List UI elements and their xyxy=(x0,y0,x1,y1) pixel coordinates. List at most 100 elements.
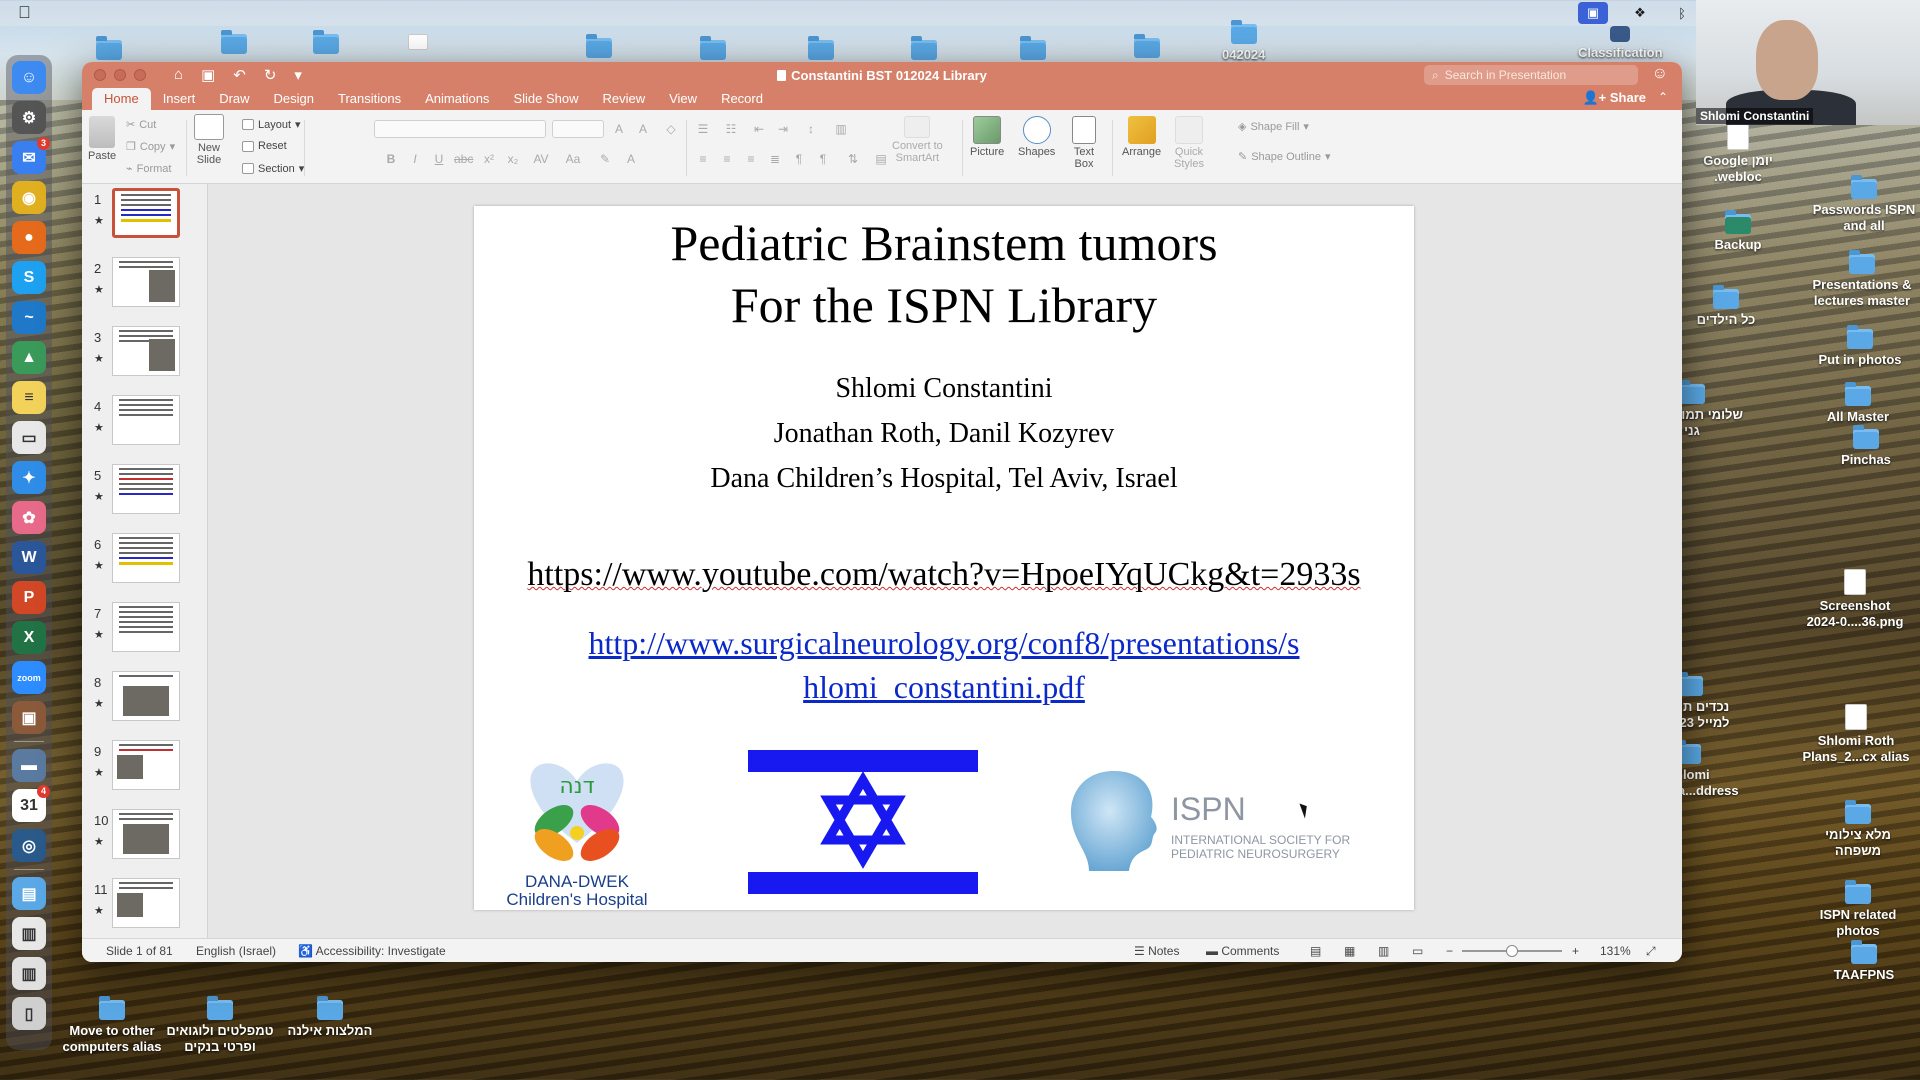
align-left-icon[interactable]: ≡ xyxy=(694,152,712,168)
dock-trash-icon[interactable]: ▯ xyxy=(12,997,46,1030)
israel-flag-image[interactable] xyxy=(748,750,978,894)
desktop-item[interactable]: Google יומן .webloc xyxy=(1678,124,1798,185)
accessibility-button[interactable]: ♿ Accessibility: Investigate xyxy=(298,944,446,958)
desktop-item[interactable]: כל הילדים xyxy=(1666,285,1786,328)
arrange-button[interactable]: Arrange xyxy=(1122,116,1161,158)
save-icon[interactable]: ▣ xyxy=(201,66,215,84)
dock-firefox-icon[interactable]: ● xyxy=(12,221,46,254)
shape-fill-button[interactable]: ◈ Shape Fill ▾ xyxy=(1238,120,1309,134)
slide-thumbnail[interactable]: 9 ★ xyxy=(82,736,207,805)
slide-title[interactable]: Pediatric Brainstem tumors For the ISPN … xyxy=(474,212,1414,336)
desktop-folder[interactable] xyxy=(313,30,339,57)
strikethrough-icon[interactable]: abc xyxy=(454,152,473,168)
dock-zoom-icon[interactable]: zoom xyxy=(12,661,46,694)
desktop-folder[interactable] xyxy=(911,36,937,63)
dock-notes-icon[interactable]: ≡ xyxy=(12,381,46,414)
italic-icon[interactable]: I xyxy=(406,152,424,168)
youtube-url-text[interactable]: https://www.youtube.com/watch?v=HpoeIYqU… xyxy=(474,556,1414,594)
zoom-out-icon[interactable]: − xyxy=(1446,944,1453,958)
align-center-icon[interactable]: ≡ xyxy=(718,152,736,168)
justify-icon[interactable]: ≣ xyxy=(766,152,784,168)
paste-button[interactable]: Paste xyxy=(88,116,116,162)
underline-icon[interactable]: U xyxy=(430,152,448,168)
slide-thumbnail[interactable]: 10 ★ xyxy=(82,805,207,874)
zoom-in-icon[interactable]: + xyxy=(1572,944,1579,958)
tab-slide-show[interactable]: Slide Show xyxy=(501,88,590,110)
redo-icon[interactable]: ↻ xyxy=(264,66,277,84)
dock-photos-icon[interactable]: ✿ xyxy=(12,501,46,534)
cut-button[interactable]: ✂ Cut xyxy=(126,118,156,132)
screen-share-icon[interactable]: ▣ xyxy=(1578,2,1608,24)
slide-thumbnail[interactable]: 7 ★ xyxy=(82,598,207,667)
tab-insert[interactable]: Insert xyxy=(151,88,208,110)
minimize-window-button[interactable] xyxy=(114,69,126,81)
dock-app-white-icon[interactable]: ▭ xyxy=(12,421,46,454)
desktop-folder[interactable] xyxy=(96,36,122,63)
columns-icon[interactable]: ▥ xyxy=(832,122,850,138)
slide-sorter-icon[interactable]: ▦ xyxy=(1344,944,1355,958)
dock-app-green-icon[interactable]: ▲ xyxy=(12,341,46,374)
apple-menu-icon[interactable]:  xyxy=(18,3,31,23)
format-painter-button[interactable]: ⌁ Format xyxy=(126,162,171,176)
surgical-neurology-link[interactable]: http://www.surgicalneurology.org/conf8/p… xyxy=(534,621,1354,709)
slide-thumbnail[interactable]: 4 ★ xyxy=(82,391,207,460)
collapse-ribbon-icon[interactable]: ⌃ xyxy=(1658,90,1668,104)
desktop-item[interactable]: Move to other computers alias xyxy=(52,996,172,1055)
comments-button[interactable]: ▬ Comments xyxy=(1206,944,1279,958)
dock-calendar-icon[interactable]: 31 4 xyxy=(12,785,50,822)
slide-thumbnail[interactable]: 6 ★ xyxy=(82,529,207,598)
dock-safari-icon[interactable]: ✦ xyxy=(12,461,46,494)
bluetooth-icon[interactable]: ᛒ xyxy=(1672,4,1692,22)
quick-styles-button[interactable]: Quick Styles xyxy=(1174,116,1204,170)
dock-powerpoint-icon[interactable]: P xyxy=(12,581,46,614)
dock-finder-icon[interactable]: ☺ xyxy=(12,61,46,94)
bold-icon[interactable]: B xyxy=(382,152,400,168)
slide-thumbnail[interactable]: 1 ★ xyxy=(82,184,207,253)
dock-app-blue-icon[interactable]: ~ xyxy=(12,301,46,334)
tab-design[interactable]: Design xyxy=(262,88,326,110)
dock-doc-stack-2-icon[interactable]: ▥ xyxy=(12,957,46,990)
video-call-tile[interactable]: Shlomi Constantini xyxy=(1696,0,1920,125)
align-text-icon[interactable]: ▤ xyxy=(872,152,890,168)
desktop-item[interactable]: Backup xyxy=(1678,210,1798,253)
dock-app-brown-icon[interactable]: ▣ xyxy=(12,701,46,734)
dock-skype-icon[interactable]: S xyxy=(12,261,46,294)
desktop-item[interactable]: Shlomi Roth Plans_2...cx alias xyxy=(1796,704,1916,765)
text-box-button[interactable]: Text Box xyxy=(1072,116,1096,170)
dock-word-icon[interactable]: W xyxy=(12,541,46,574)
home-icon[interactable]: ⌂ xyxy=(174,66,183,84)
slide-thumbnail[interactable]: 8 ★ xyxy=(82,667,207,736)
decrease-indent-icon[interactable]: ⇤ xyxy=(750,122,768,138)
account-icon[interactable]: ☺ xyxy=(1652,65,1668,83)
increase-font-icon[interactable]: A xyxy=(610,122,628,138)
dock-doc-stack-icon[interactable]: ▥ xyxy=(12,917,46,950)
tab-review[interactable]: Review xyxy=(590,88,657,110)
character-spacing-icon[interactable]: AV xyxy=(532,152,550,168)
reset-button[interactable]: Reset xyxy=(242,140,287,152)
slide-thumbnail[interactable]: 2 ★ xyxy=(82,253,207,322)
section-button[interactable]: Section ▾ xyxy=(242,162,304,175)
share-button[interactable]: 👤+ Share xyxy=(1582,90,1646,106)
close-window-button[interactable] xyxy=(94,69,106,81)
desktop-item[interactable]: ISPN related photos xyxy=(1798,880,1918,939)
desktop-item[interactable]: Pinchas xyxy=(1806,425,1920,468)
ltr-icon[interactable]: ¶ xyxy=(790,152,808,168)
dock-system-settings-icon[interactable]: ⚙ xyxy=(12,101,46,134)
search-in-presentation-field[interactable]: ⌕ Search in Presentation xyxy=(1424,65,1638,85)
desktop-item[interactable]: Put in photos xyxy=(1800,325,1920,368)
layout-button[interactable]: Layout ▾ xyxy=(242,118,301,131)
tab-animations[interactable]: Animations xyxy=(413,88,501,110)
desktop-item[interactable]: Presentations & lectures master xyxy=(1802,250,1920,309)
picture-button[interactable]: Picture xyxy=(970,116,1004,158)
desktop-folder[interactable] xyxy=(221,30,247,57)
desktop-folder[interactable] xyxy=(586,34,612,61)
dock-downloads-icon[interactable]: ▤ xyxy=(12,877,46,910)
tab-view[interactable]: View xyxy=(657,88,709,110)
copy-button[interactable]: ❐ Copy ▾ xyxy=(126,140,175,154)
slide-thumbnail[interactable]: 3 ★ xyxy=(82,322,207,391)
tab-transitions[interactable]: Transitions xyxy=(326,88,413,110)
desktop-item[interactable]: Screenshot 2024-0....36.png xyxy=(1795,569,1915,630)
clear-formatting-icon[interactable]: ◇ xyxy=(662,122,680,138)
shape-outline-button[interactable]: ✎ Shape Outline ▾ xyxy=(1238,150,1330,164)
change-case-icon[interactable]: Aa xyxy=(564,152,582,168)
